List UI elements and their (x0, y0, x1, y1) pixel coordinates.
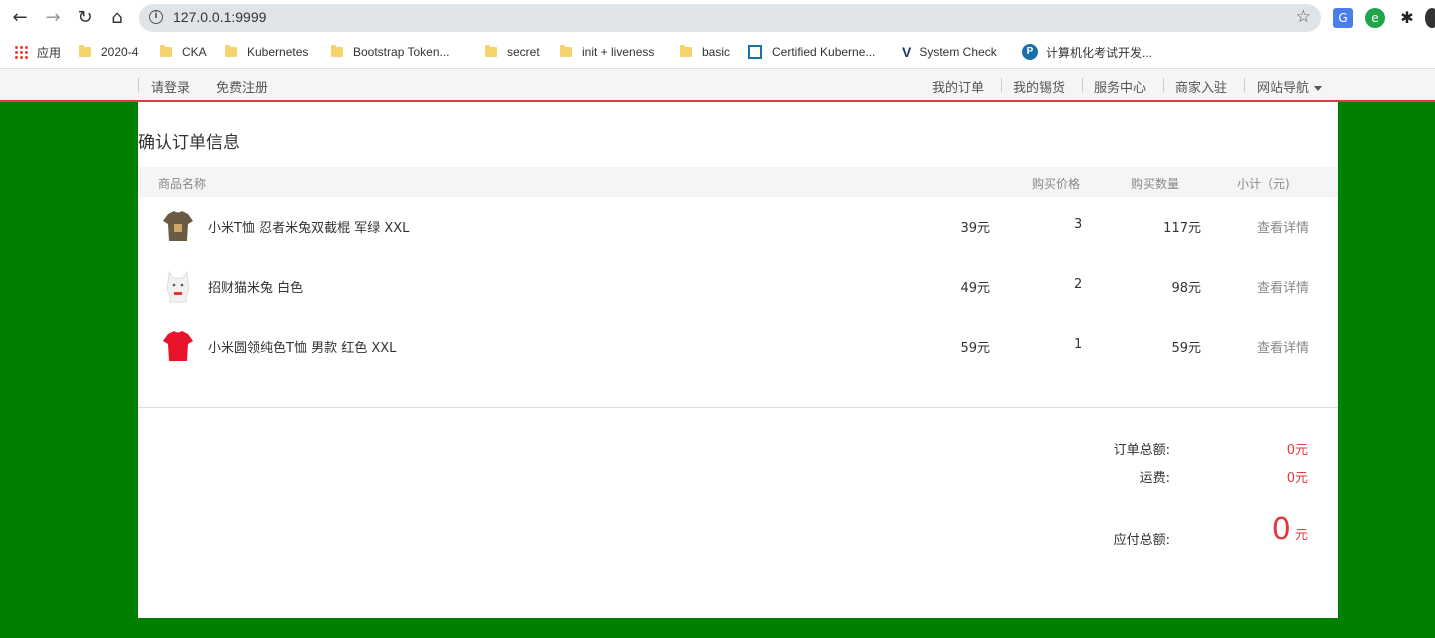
folder-icon (79, 45, 91, 57)
folder-icon (225, 45, 237, 57)
certified-kubernetes-icon (748, 45, 762, 59)
bookmark-item[interactable]: init + liveness (560, 42, 654, 62)
table-row: 招财猫米兔 白色 49元 2 98元 查看详情 (138, 256, 1338, 316)
my-orders-link[interactable]: 我的订单 (932, 77, 984, 96)
table-row: 小米圆领纯色T恤 男款 红色 XXL 59元 1 59元 查看详情 (138, 316, 1338, 376)
service-center-link[interactable]: 服务中心 (1094, 77, 1146, 96)
register-link[interactable]: 免费注册 (216, 77, 268, 96)
item-price: 59元 (960, 341, 990, 356)
item-price: 39元 (960, 221, 990, 236)
pearson-icon: P (1022, 44, 1038, 60)
site-nav-dropdown[interactable]: 网站导航 (1257, 77, 1323, 96)
payable-total-value: 0 元 (1272, 512, 1308, 547)
header-price: 购买价格 (1032, 177, 1081, 191)
folder-icon (680, 45, 692, 57)
back-icon[interactable]: ← (8, 6, 32, 30)
product-name-link[interactable]: 招财猫米兔 白色 (208, 277, 303, 296)
item-subtotal: 59元 (1171, 341, 1201, 356)
profile-avatar[interactable] (1425, 8, 1435, 28)
page-title: 确认订单信息 (138, 133, 240, 153)
url-text[interactable]: 127.0.0.1:9999 (173, 9, 266, 25)
extensions-puzzle-icon[interactable]: ✱ (1397, 8, 1417, 28)
table-header: 商品名称 购买价格 购买数量 小计（元) (138, 167, 1338, 197)
bookmarks-bar: 应用 2020-4 CKA Kubernetes Bootstrap Token… (0, 36, 1435, 68)
table-row: 小米T恤 忍者米兔双截棍 军绿 XXL 39元 3 117元 查看详情 (138, 196, 1338, 256)
view-detail-link[interactable]: 查看详情 (1257, 277, 1309, 296)
divider (1244, 78, 1245, 92)
bookmark-item[interactable]: secret (485, 42, 540, 62)
merchant-join-link[interactable]: 商家入驻 (1175, 77, 1227, 96)
home-icon[interactable]: ⌂ (105, 6, 129, 30)
bookmark-star-icon[interactable]: ☆ (1296, 7, 1311, 27)
folder-icon (560, 45, 572, 57)
info-icon[interactable]: i (149, 10, 163, 24)
item-price: 49元 (960, 281, 990, 296)
divider (1001, 78, 1002, 92)
header-subtotal: 小计（元) (1237, 177, 1290, 191)
divider (1163, 78, 1164, 92)
order-total-label: 订单总额: (1113, 443, 1170, 458)
forward-icon[interactable]: → (41, 6, 65, 30)
caret-down-icon (1314, 86, 1323, 91)
header-qty: 购买数量 (1131, 177, 1180, 191)
item-qty: 1 (1074, 337, 1083, 352)
bookmark-item[interactable]: basic (680, 42, 730, 62)
translate-extension-icon[interactable]: G (1333, 8, 1353, 28)
folder-icon (485, 45, 497, 57)
payable-total-number: 0 (1271, 512, 1291, 547)
order-total-value: 0元 (1286, 443, 1308, 458)
site-topbar: 请登录 免费注册 我的订单 我的锡货 服务中心 商家入驻 网站导航 (0, 68, 1435, 102)
address-bar[interactable]: i 127.0.0.1:9999 ☆ (139, 4, 1321, 32)
shipping-value: 0元 (1286, 471, 1308, 486)
bookmark-item[interactable]: 2020-4 (79, 42, 138, 62)
item-subtotal: 98元 (1171, 281, 1201, 296)
header-name: 商品名称 (158, 177, 207, 191)
folder-icon (160, 45, 172, 57)
item-qty: 3 (1074, 217, 1083, 232)
product-thumbnail[interactable] (160, 328, 196, 364)
view-detail-link[interactable]: 查看详情 (1257, 337, 1309, 356)
item-qty: 2 (1074, 277, 1083, 292)
browser-toolbar: ← → ↻ ⌂ i 127.0.0.1:9999 ☆ G e ✱ (0, 0, 1435, 36)
bookmark-apps[interactable]: 应用 (14, 42, 61, 62)
payable-total-unit: 元 (1294, 528, 1308, 543)
bookmark-item[interactable]: Kubernetes (225, 42, 308, 62)
folder-icon (331, 45, 343, 57)
product-name-link[interactable]: 小米T恤 忍者米兔双截棍 军绿 XXL (208, 217, 409, 236)
bookmark-item[interactable]: Bootstrap Token... (331, 42, 450, 62)
product-name-link[interactable]: 小米圆领纯色T恤 男款 红色 XXL (208, 337, 396, 356)
divider (1082, 78, 1083, 92)
view-detail-link[interactable]: 查看详情 (1257, 217, 1309, 236)
item-subtotal: 117元 (1163, 221, 1201, 236)
evernote-extension-icon[interactable]: e (1365, 8, 1385, 28)
bookmark-item[interactable]: CKA (160, 42, 207, 62)
apps-grid-icon (14, 45, 28, 59)
product-thumbnail[interactable] (160, 268, 196, 304)
order-confirm-panel: 确认订单信息 商品名称 购买价格 购买数量 小计（元) 小米T恤 忍者米兔双截棍… (138, 102, 1338, 618)
product-thumbnail[interactable] (160, 208, 196, 244)
payable-total-label: 应付总额: (1113, 533, 1170, 548)
divider (138, 407, 1338, 408)
login-link[interactable]: 请登录 (151, 77, 190, 96)
shipping-label: 运费: (1139, 471, 1170, 486)
my-goods-link[interactable]: 我的锡货 (1013, 77, 1065, 96)
reload-icon[interactable]: ↻ (73, 6, 97, 30)
system-check-icon: V (902, 44, 912, 60)
bookmark-item[interactable]: Certified Kuberne... (748, 42, 875, 62)
divider (138, 78, 139, 92)
bookmark-item[interactable]: V System Check (902, 42, 997, 62)
bookmark-item[interactable]: P 计算机化考试开发... (1022, 42, 1152, 62)
